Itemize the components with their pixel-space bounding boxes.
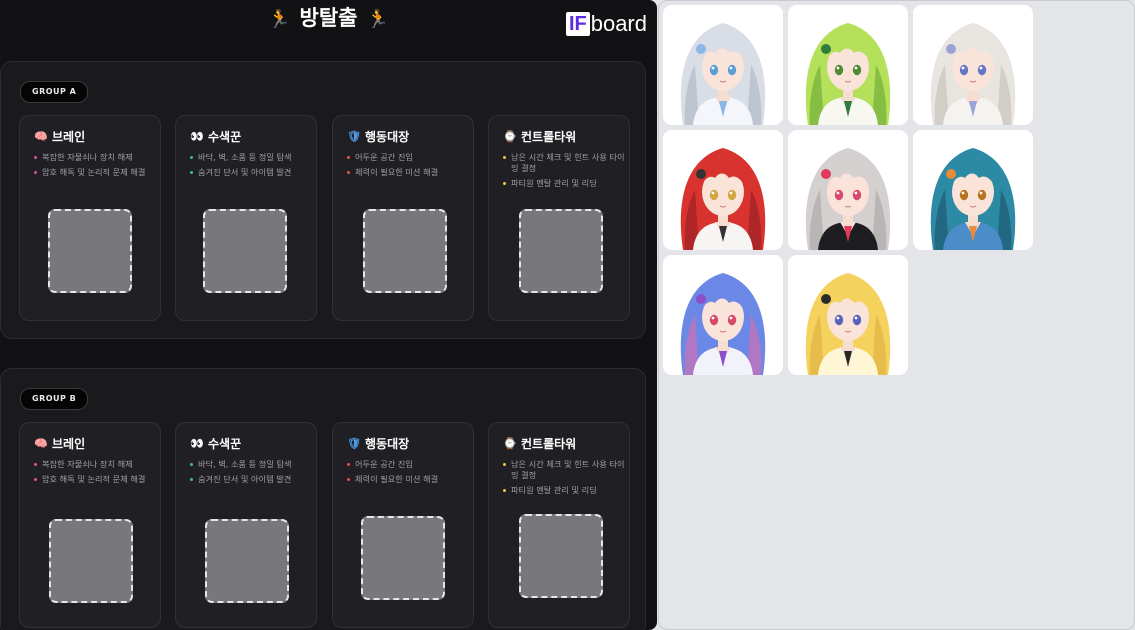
character-avatar[interactable]	[663, 255, 783, 375]
role-card: ⌚ 컨트롤타워남은 시간 체크 및 힌트 사용 타이밍 결정파티원 멘탈 관리 및…	[488, 422, 630, 628]
role-card: 🛡 행동대장어두운 공간 진입체력이 필요한 미션 해결	[332, 115, 474, 321]
role-title: 🛡 행동대장	[347, 436, 409, 452]
character-portrait-icon	[663, 130, 783, 250]
duty-item: 바닥, 벽, 소품 등 정밀 탐색	[190, 152, 312, 163]
role-title: 🧠 브레인	[34, 436, 85, 452]
duty-item: 파티원 멘탈 관리 및 리딩	[503, 485, 625, 496]
role-name: 컨트롤타워	[521, 437, 577, 451]
duty-item: 어두운 공간 진입	[347, 152, 469, 163]
role-name: 행동대장	[365, 437, 410, 451]
character-portrait-icon	[788, 5, 908, 125]
role-duties: 어두운 공간 진입체력이 필요한 미션 해결	[347, 152, 469, 182]
runner-icon: 🏃	[268, 9, 291, 30]
duty-item: 복잡한 자물쇠나 장치 해제	[34, 152, 156, 163]
duty-item: 남은 시간 체크 및 힌트 사용 타이밍 결정	[503, 459, 625, 481]
role-title: 👀 수색꾼	[190, 436, 241, 452]
duty-item: 체력이 필요한 미션 해결	[347, 167, 469, 178]
member-drop-slot[interactable]	[203, 209, 287, 293]
role-card: 👀 수색꾼바닥, 벽, 소품 등 정밀 탐색숨겨진 단서 및 아이템 발견	[175, 422, 317, 628]
role-title: 🧠 브레인	[34, 129, 85, 145]
ifboard-logo: IF board	[565, 12, 647, 36]
group-a-panel: GROUP A 🧠 브레인복잡한 자물쇠나 장치 해제암호 해독 및 논리적 문제…	[0, 61, 646, 339]
page-title: 🏃 방탈출 🏃	[0, 4, 657, 34]
character-avatar[interactable]	[663, 130, 783, 250]
shield-icon: 🛡	[347, 130, 361, 143]
group-b-panel: GROUP B 🧠 브레인복잡한 자물쇠나 장치 해제암호 해독 및 논리적 문제…	[0, 368, 646, 630]
member-drop-slot[interactable]	[361, 516, 445, 600]
brain-icon: 🧠	[34, 130, 48, 143]
character-portrait-icon	[788, 130, 908, 250]
role-card: 👀 수색꾼바닥, 벽, 소품 등 정밀 탐색숨겨진 단서 및 아이템 발견	[175, 115, 317, 321]
role-duties: 남은 시간 체크 및 힌트 사용 타이밍 결정파티원 멘탈 관리 및 리딩	[503, 152, 625, 193]
member-drop-slot[interactable]	[363, 209, 447, 293]
group-tag: GROUP B	[20, 388, 89, 410]
member-drop-slot[interactable]	[519, 514, 603, 598]
role-duties: 바닥, 벽, 소품 등 정밀 탐색숨겨진 단서 및 아이템 발견	[190, 459, 312, 489]
character-avatar[interactable]	[788, 255, 908, 375]
role-duties: 어두운 공간 진입체력이 필요한 미션 해결	[347, 459, 469, 489]
role-duties: 남은 시간 체크 및 힌트 사용 타이밍 결정파티원 멘탈 관리 및 리딩	[503, 459, 625, 500]
role-duties: 바닥, 벽, 소품 등 정밀 탐색숨겨진 단서 및 아이템 발견	[190, 152, 312, 182]
role-name: 수색꾼	[208, 437, 242, 451]
duty-item: 체력이 필요한 미션 해결	[347, 474, 469, 485]
role-card: 🧠 브레인복잡한 자물쇠나 장치 해제암호 해독 및 논리적 문제 해결	[19, 115, 161, 321]
role-name: 수색꾼	[208, 130, 242, 144]
duty-item: 복잡한 자물쇠나 장치 해제	[34, 459, 156, 470]
character-portrait-icon	[663, 5, 783, 125]
shield-icon: 🛡	[347, 437, 361, 450]
role-name: 브레인	[52, 437, 86, 451]
eyes-icon: 👀	[190, 130, 204, 143]
team-board-panel: 🏃 방탈출 🏃 IF board GROUP A 🧠 브레인 복잡한 자물쇠나 장치 해제…	[0, 0, 657, 630]
clock-icon: ⌚	[503, 130, 517, 143]
role-duties: 복잡한 자물쇠나 장치 해제암호 해독 및 논리적 문제 해결	[34, 152, 156, 182]
member-drop-slot[interactable]	[49, 519, 133, 603]
character-avatar[interactable]	[663, 5, 783, 125]
duty-item: 파티원 멘탈 관리 및 리딩	[503, 178, 625, 189]
character-portrait-icon	[663, 255, 783, 375]
character-avatar[interactable]	[788, 130, 908, 250]
character-avatar[interactable]	[788, 5, 908, 125]
duty-item: 숨겨진 단서 및 아이템 발견	[190, 167, 312, 178]
group-tag: GROUP A	[20, 81, 89, 103]
member-drop-slot[interactable]	[48, 209, 132, 293]
duty-item: 어두운 공간 진입	[347, 459, 469, 470]
duty-item: 남은 시간 체크 및 힌트 사용 타이밍 결정	[503, 152, 625, 174]
duty-item: 바닥, 벽, 소품 등 정밀 탐색	[190, 459, 312, 470]
duty-item: 암호 해독 및 논리적 문제 해결	[34, 474, 156, 485]
member-drop-slot[interactable]	[519, 209, 603, 293]
duty-item: 숨겨진 단서 및 아이템 발견	[190, 474, 312, 485]
role-card: 🧠 브레인복잡한 자물쇠나 장치 해제암호 해독 및 논리적 문제 해결	[19, 422, 161, 628]
role-card: ⌚ 컨트롤타워남은 시간 체크 및 힌트 사용 타이밍 결정파티원 멘탈 관리 및…	[488, 115, 630, 321]
character-portrait-icon	[913, 130, 1033, 250]
role-title: 👀 수색꾼	[190, 129, 241, 145]
role-title: ⌚ 컨트롤타워	[503, 129, 576, 145]
role-title: ⌚ 컨트롤타워	[503, 436, 576, 452]
character-avatar[interactable]	[913, 5, 1033, 125]
character-portrait-icon	[788, 255, 908, 375]
clock-icon: ⌚	[503, 437, 517, 450]
role-title: 🛡 행동대장	[347, 129, 409, 145]
role-name: 행동대장	[365, 130, 410, 144]
character-portrait-icon	[913, 5, 1033, 125]
eyes-icon: 👀	[190, 437, 204, 450]
role-card: 🛡 행동대장어두운 공간 진입체력이 필요한 미션 해결	[332, 422, 474, 628]
brain-icon: 🧠	[34, 437, 48, 450]
role-name: 브레인	[52, 130, 86, 144]
member-drop-slot[interactable]	[205, 519, 289, 603]
character-avatar[interactable]	[913, 130, 1033, 250]
role-duties: 복잡한 자물쇠나 장치 해제암호 해독 및 논리적 문제 해결	[34, 459, 156, 489]
character-pool-panel	[658, 0, 1135, 630]
duty-item: 암호 해독 및 논리적 문제 해결	[34, 167, 156, 178]
role-name: 컨트롤타워	[521, 130, 577, 144]
runner-icon: 🏃	[366, 9, 389, 30]
